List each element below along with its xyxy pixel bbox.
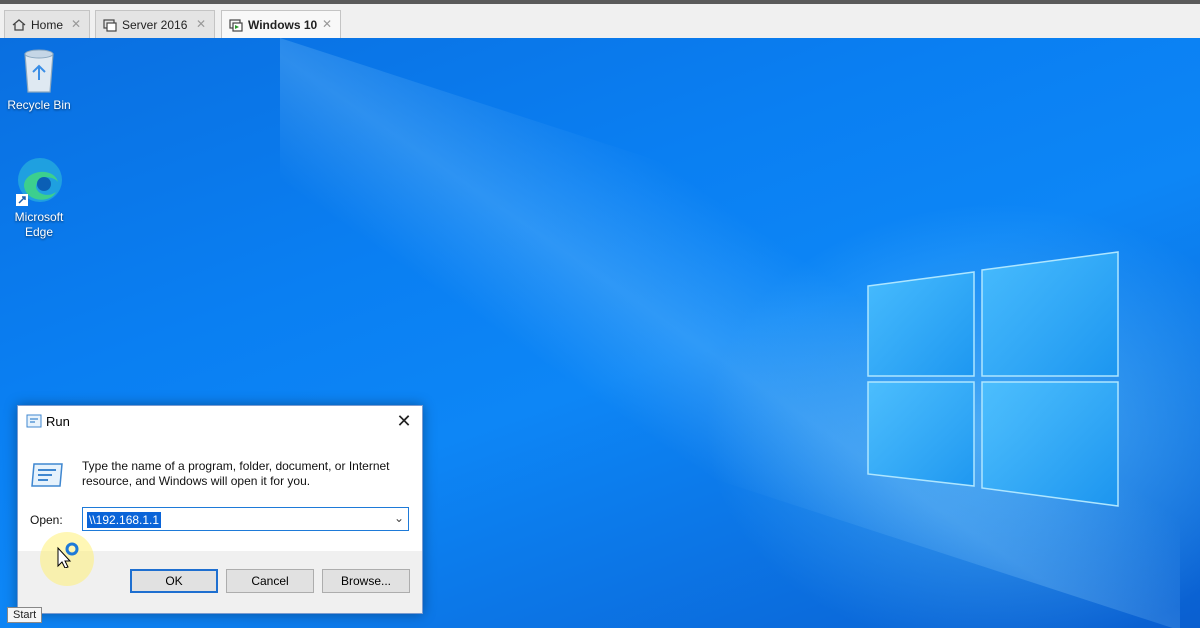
vm-tab-bar: Home ✕ Server 2016 ✕ Windows 10 ✕ [0, 0, 1200, 38]
desktop-icon-microsoft-edge[interactable]: Microsoft Edge [0, 156, 78, 240]
windows-logo [867, 251, 1119, 507]
browse-button[interactable]: Browse... [322, 569, 410, 593]
ok-button[interactable]: OK [130, 569, 218, 593]
busy-cursor-icon [57, 542, 79, 568]
tab-server-label: Server 2016 [122, 17, 188, 32]
cancel-button[interactable]: Cancel [226, 569, 314, 593]
edge-icon [16, 158, 62, 206]
vm-icon [103, 18, 117, 32]
tab-home[interactable]: Home ✕ [4, 10, 90, 38]
run-title: Run [46, 414, 70, 429]
tab-server-2016[interactable]: Server 2016 ✕ [95, 10, 215, 38]
close-icon[interactable]: ✕ [196, 17, 206, 31]
tab-windows-10[interactable]: Windows 10 ✕ [221, 10, 341, 38]
recycle-bin-label: Recycle Bin [7, 98, 71, 112]
desktop-icon-recycle-bin[interactable]: Recycle Bin [0, 46, 78, 113]
open-input-value[interactable]: \\192.168.1.1 [87, 512, 162, 528]
recycle-bin-icon [24, 49, 54, 93]
open-combobox[interactable]: \\192.168.1.1 ⌄ [82, 507, 409, 531]
tab-windows-label: Windows 10 [248, 17, 318, 32]
run-title-bar[interactable]: Run ✕ [18, 406, 422, 436]
run-description: Type the name of a program, folder, docu… [82, 459, 390, 488]
vm-icon [229, 18, 243, 32]
close-icon[interactable]: ✕ [394, 411, 414, 432]
open-label: Open: [30, 513, 63, 527]
run-program-icon [31, 463, 63, 487]
edge-label: Microsoft Edge [14, 210, 64, 239]
chevron-down-icon[interactable]: ⌄ [394, 511, 404, 525]
start-tooltip: Start [7, 607, 43, 623]
close-icon[interactable]: ✕ [71, 17, 81, 31]
run-icon [26, 414, 42, 428]
home-icon [12, 18, 26, 31]
tab-home-label: Home [31, 17, 64, 32]
close-icon[interactable]: ✕ [322, 17, 332, 31]
